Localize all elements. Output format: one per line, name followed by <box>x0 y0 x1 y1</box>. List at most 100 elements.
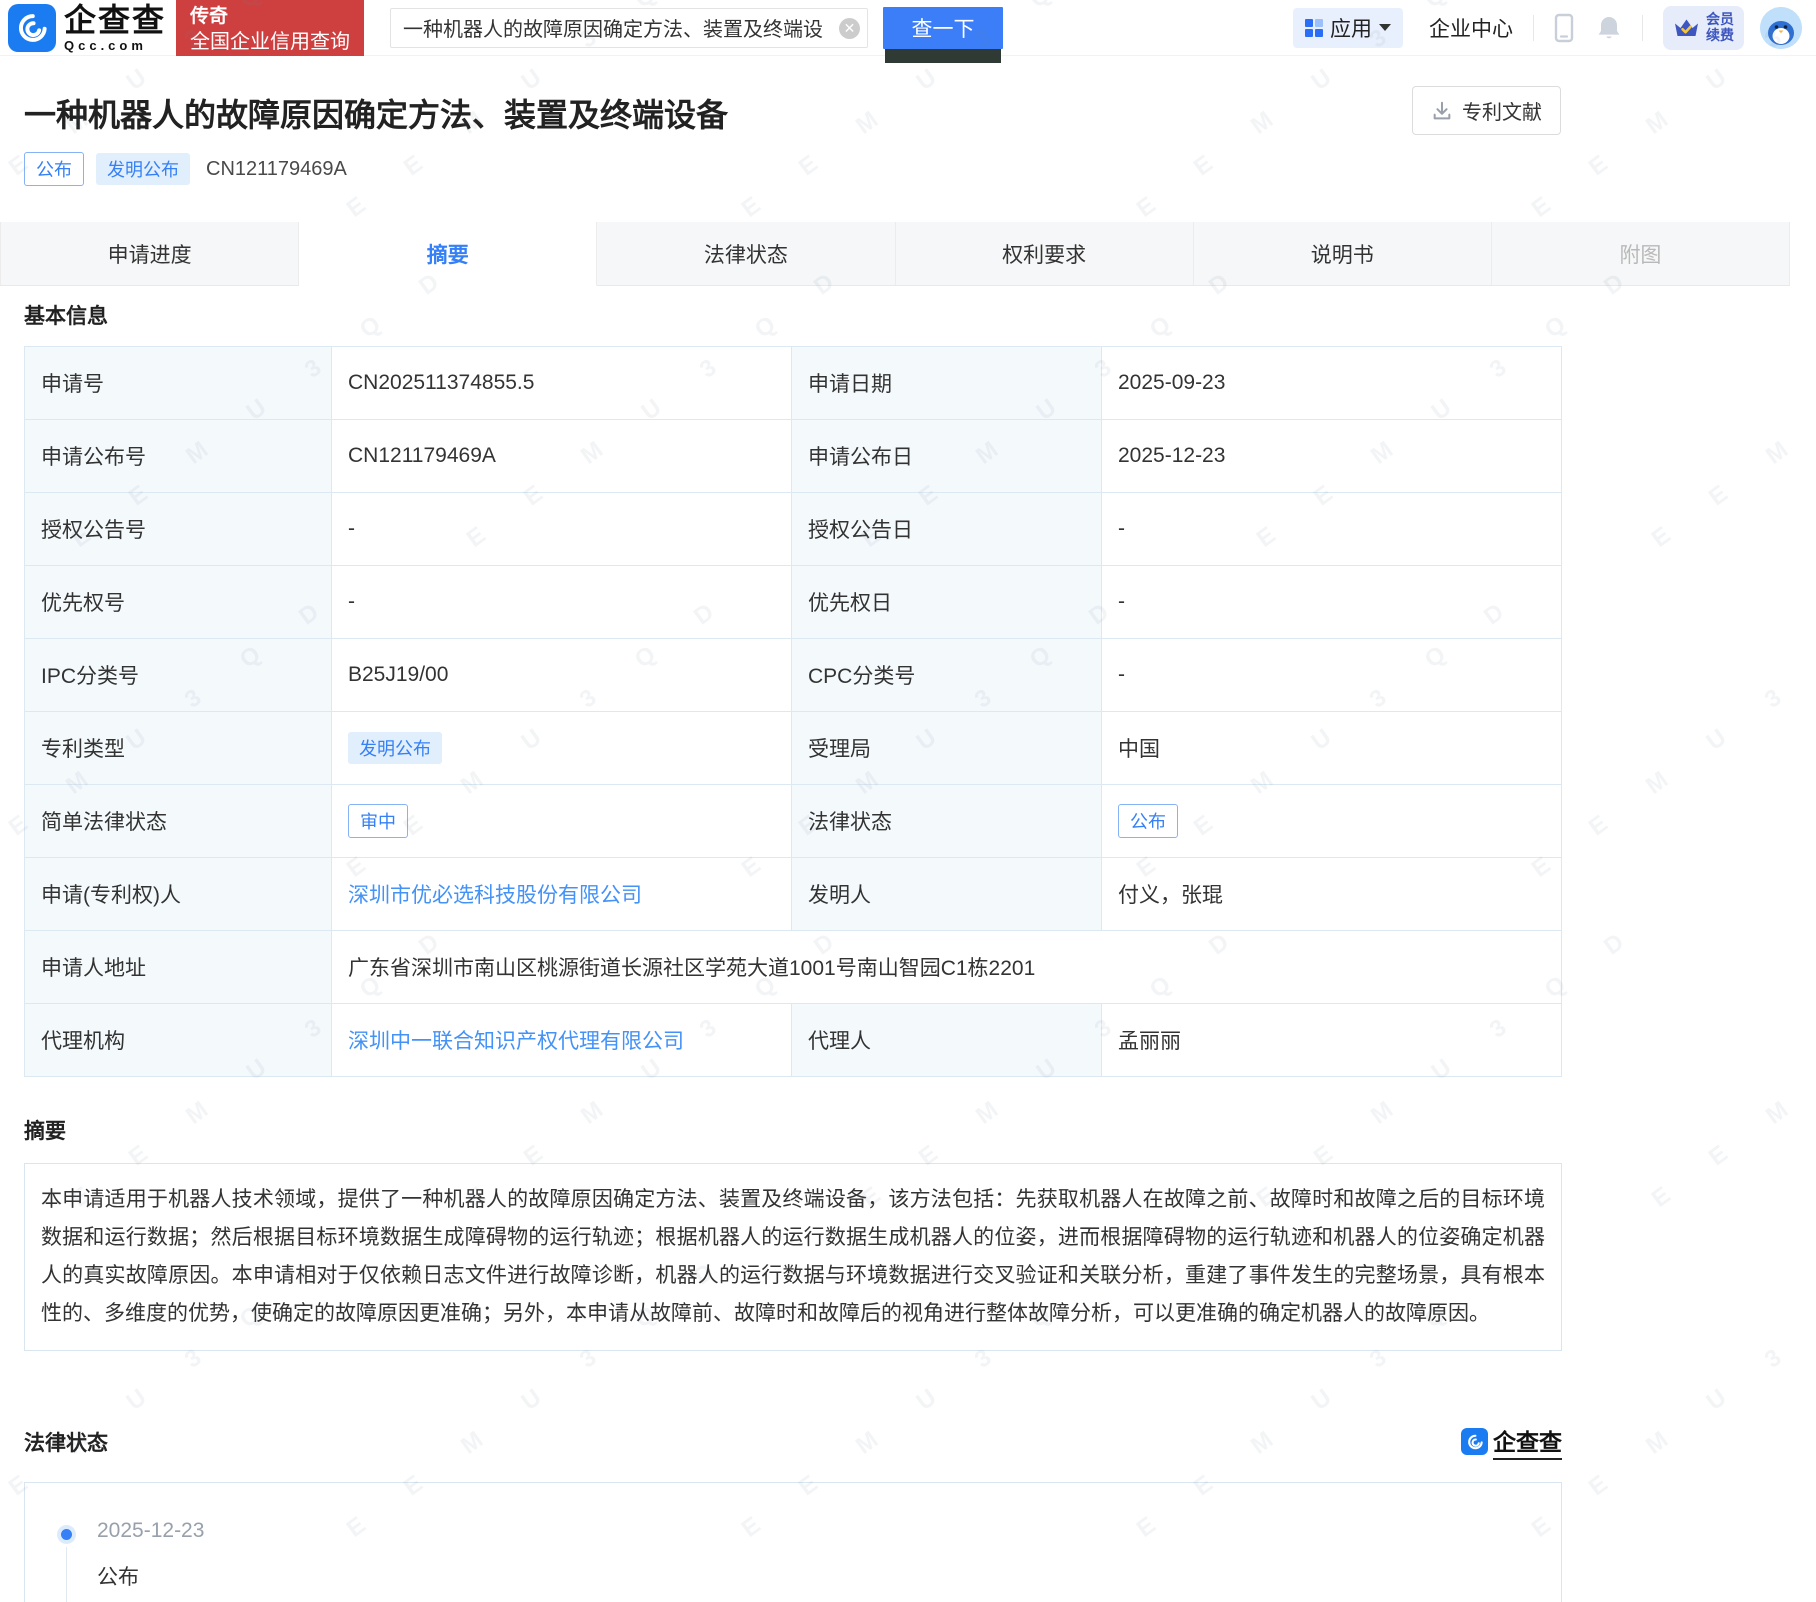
office-label: 受理局 <box>791 711 1102 785</box>
publication-number: CN121179469A <box>206 157 347 180</box>
applicant-company-link[interactable]: 深圳市优必选科技股份有限公司 <box>348 884 642 907</box>
header-right-nav: 应用 企业中心 会员 续费 <box>1293 5 1808 50</box>
qcc-logo-text: 企查查 Qcc.com <box>64 4 166 52</box>
search-input-wrapper: ✕ <box>390 7 869 48</box>
patent-detail-page: 企查查 Qcc.com 传奇 全国企业信用查询 ✕ 查一下 <box>0 0 1816 1602</box>
vip-renewal-button[interactable]: 会员 续费 <box>1663 5 1744 50</box>
patent-title: 一种机器人的故障原因确定方法、装置及终端设备 <box>24 97 729 133</box>
table-row: 申请(专利权)人 深圳市优必选科技股份有限公司 发明人 付义，张琨 <box>24 857 1562 931</box>
abstract-heading: 摘要 <box>24 1120 66 1143</box>
tab-abstract[interactable]: 摘要 <box>299 222 598 286</box>
search-button[interactable]: 查一下 <box>883 6 1004 49</box>
table-row: 授权公告号 - 授权公告日 - <box>24 492 1562 566</box>
simple-legal-status-label: 简单法律状态 <box>24 784 332 858</box>
mobile-app-icon[interactable] <box>1554 13 1574 43</box>
divider <box>1642 14 1643 41</box>
table-row: IPC分类号 B25J19/00 CPC分类号 - <box>24 638 1562 712</box>
application-date-value: 2025-09-23 <box>1101 346 1562 420</box>
agency-cell: 深圳中一联合知识产权代理有限公司 <box>331 1003 792 1077</box>
cpc-class-value: - <box>1101 638 1562 712</box>
promo-subtitle: 全国企业信用查询 <box>190 31 351 53</box>
promo-title: 传奇 <box>190 6 229 27</box>
priority-no-value: - <box>331 565 792 639</box>
chevron-down-icon <box>1379 24 1391 31</box>
brand-name: 企查查 <box>64 1 167 38</box>
download-button-label: 专利文献 <box>1462 102 1542 124</box>
apps-grid-icon <box>1305 18 1323 37</box>
applicant-cell: 深圳市优必选科技股份有限公司 <box>331 857 792 931</box>
legal-status-heading: 法律状态 <box>24 1431 108 1455</box>
grant-no-value: - <box>331 492 792 566</box>
patent-document-download-button[interactable]: 专利文献 <box>1412 86 1561 135</box>
legal-status-cell: 公布 <box>1101 784 1562 858</box>
simple-legal-status-tag: 审中 <box>348 804 408 838</box>
applicant-address-value: 广东省深圳市南山区桃源街道长源社区学苑大道1001号南山智园C1栋2201 <box>331 930 1562 1004</box>
simple-legal-status-cell: 审中 <box>331 784 792 858</box>
timeline-event-date: 2025-12-23 <box>97 1519 205 1542</box>
tab-claims[interactable]: 权利要求 <box>895 222 1194 285</box>
publication-date-value: 2025-12-23 <box>1101 419 1562 493</box>
application-date-label: 申请日期 <box>791 346 1102 420</box>
header-search: ✕ 查一下 <box>390 6 1004 63</box>
ipc-class-label: IPC分类号 <box>24 638 332 712</box>
timeline-event-status: 公布 <box>97 1566 139 1589</box>
divider <box>1533 14 1534 41</box>
abstract-text: 本申请适用于机器人技术领域，提供了一种机器人的故障原因确定方法、装置及终端设备，… <box>24 1163 1562 1351</box>
main-content: 基本信息 申请号 CN202511374855.5 申请日期 2025-09-2… <box>0 300 1816 1602</box>
inventor-value: 付义，张琨 <box>1101 857 1562 931</box>
notifications-bell-icon[interactable] <box>1596 14 1622 42</box>
enterprise-center-link[interactable]: 企业中心 <box>1429 13 1513 43</box>
promo-banner: 传奇 全国企业信用查询 <box>176 0 365 56</box>
legal-status-timeline: 2025-12-23 公布 <box>24 1482 1562 1602</box>
agent-value: 孟丽丽 <box>1101 1003 1562 1077</box>
ipc-class-value: B25J19/00 <box>331 638 792 712</box>
top-header: 企查查 Qcc.com 传奇 全国企业信用查询 ✕ 查一下 <box>0 0 1816 63</box>
patent-tag-row: 公布 发明公布 CN121179469A <box>24 152 1561 186</box>
status-tag-publication: 公布 <box>24 152 84 186</box>
grant-date-label: 授权公告日 <box>791 492 1102 566</box>
table-row: 简单法律状态 审中 法律状态 公布 <box>24 784 1562 858</box>
legal-status-label: 法律状态 <box>791 784 1102 858</box>
type-tag-invention-publication: 发明公布 <box>96 153 190 185</box>
clear-search-icon[interactable]: ✕ <box>839 17 861 39</box>
search-button-wrap: 查一下 <box>883 6 1004 63</box>
timeline-dot-icon <box>61 1529 72 1540</box>
publication-no-label: 申请公布号 <box>24 419 332 493</box>
brand-domain: Qcc.com <box>64 37 147 53</box>
search-dropdown-edge <box>885 48 1002 63</box>
agency-company-link[interactable]: 深圳中一联合知识产权代理有限公司 <box>348 1030 684 1053</box>
tab-figures: 附图 <box>1491 222 1791 285</box>
inventor-label: 发明人 <box>791 857 1102 931</box>
tab-description[interactable]: 说明书 <box>1193 222 1492 285</box>
publication-no-value: CN121179469A <box>331 419 792 493</box>
priority-date-value: - <box>1101 565 1562 639</box>
applicant-label: 申请(专利权)人 <box>24 857 332 931</box>
patent-type-tag: 发明公布 <box>348 732 442 764</box>
tab-legal-status[interactable]: 法律状态 <box>597 222 896 285</box>
search-input[interactable] <box>390 7 869 48</box>
user-avatar[interactable] <box>1760 6 1802 49</box>
vip-label: 会员 续费 <box>1706 11 1734 43</box>
qcc-watermark-logo: 企查查 <box>1461 1423 1562 1460</box>
tab-application-progress[interactable]: 申请进度 <box>0 222 300 285</box>
grant-no-label: 授权公告号 <box>24 492 332 566</box>
cpc-class-label: CPC分类号 <box>791 638 1102 712</box>
qcc-logo[interactable]: 企查查 Qcc.com <box>8 3 166 52</box>
legal-status-heading-row: 法律状态 企查查 <box>24 1423 1562 1460</box>
table-row: 申请人地址 广东省深圳市南山区桃源街道长源社区学苑大道1001号南山智园C1栋2… <box>24 930 1562 1004</box>
download-icon <box>1433 101 1451 119</box>
application-no-label: 申请号 <box>24 346 332 420</box>
qcc-mini-brand-text: 企查查 <box>1493 1423 1562 1460</box>
priority-date-label: 优先权日 <box>791 565 1102 639</box>
agency-label: 代理机构 <box>24 1003 332 1077</box>
apps-menu-button[interactable]: 应用 <box>1293 7 1403 48</box>
table-row: 申请公布号 CN121179469A 申请公布日 2025-12-23 <box>24 419 1562 493</box>
table-row: 代理机构 深圳中一联合知识产权代理有限公司 代理人 孟丽丽 <box>24 1003 1562 1077</box>
basic-info-table: 申请号 CN202511374855.5 申请日期 2025-09-23 申请公… <box>24 346 1562 1077</box>
qcc-logo-icon <box>8 3 56 52</box>
priority-no-label: 优先权号 <box>24 565 332 639</box>
qcc-mini-icon <box>1461 1428 1488 1455</box>
table-row: 申请号 CN202511374855.5 申请日期 2025-09-23 <box>24 346 1562 420</box>
patent-type-cell: 发明公布 <box>331 711 792 785</box>
publication-date-label: 申请公布日 <box>791 419 1102 493</box>
